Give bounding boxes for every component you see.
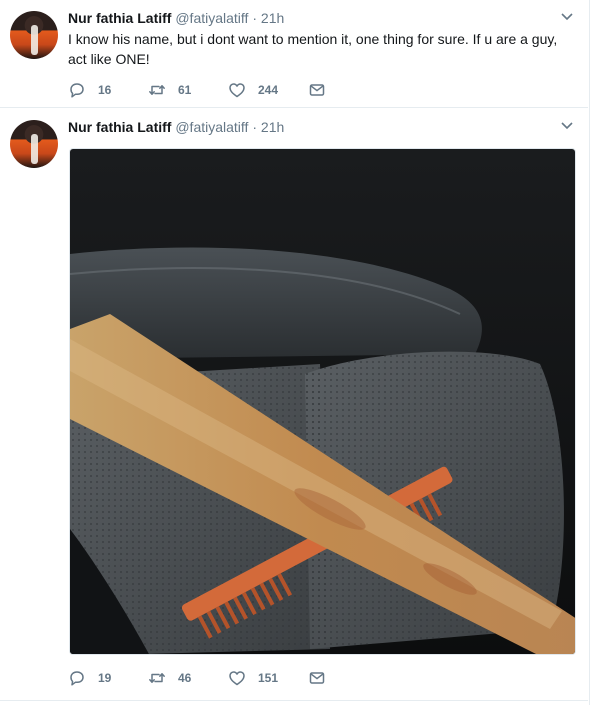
- timestamp[interactable]: 21h: [261, 119, 284, 135]
- retweet-icon: [149, 85, 165, 95]
- chevron-down-icon[interactable]: [560, 12, 574, 22]
- reply-button[interactable]: 19: [68, 668, 148, 688]
- tweet-header: Nur fathia Latiff @fatiyalatiff · 21h: [68, 8, 548, 28]
- timeline: Nur fathia Latiff @fatiyalatiff · 21h I …: [0, 0, 590, 705]
- reply-icon: [70, 671, 84, 686]
- photo-car-seat-stick-comb: [70, 149, 575, 654]
- tweet-actions: 16 61 244: [68, 80, 388, 100]
- timestamp[interactable]: 21h: [261, 10, 284, 26]
- heart-icon: [229, 83, 245, 98]
- tweet[interactable]: Nur fathia Latiff @fatiyalatiff · 21h I …: [0, 0, 588, 108]
- envelope-icon: [309, 84, 325, 96]
- reply-icon: [70, 83, 84, 98]
- separator-dot: ·: [252, 10, 258, 26]
- reply-button[interactable]: 16: [68, 80, 148, 100]
- reply-count: 16: [98, 83, 112, 97]
- retweet-button[interactable]: 61: [148, 80, 228, 100]
- tweet-header: Nur fathia Latiff @fatiyalatiff · 21h: [68, 117, 548, 137]
- author-handle[interactable]: @fatiyalatiff: [175, 10, 248, 26]
- avatar[interactable]: [10, 11, 58, 59]
- author-name[interactable]: Nur fathia Latiff: [68, 10, 171, 26]
- like-button[interactable]: 244: [228, 80, 308, 100]
- author-handle[interactable]: @fatiyalatiff: [175, 119, 248, 135]
- tweet-photo[interactable]: [69, 148, 576, 655]
- retweet-button[interactable]: 46: [148, 668, 228, 688]
- envelope-icon: [309, 672, 325, 684]
- retweet-count: 46: [178, 671, 192, 685]
- like-button[interactable]: 151: [228, 668, 308, 688]
- reply-count: 19: [98, 671, 112, 685]
- tweet-text: I know his name, but i dont want to ment…: [68, 31, 558, 67]
- heart-icon: [229, 671, 245, 686]
- separator-dot: ·: [252, 119, 258, 135]
- tweet[interactable]: Nur fathia Latiff @fatiyalatiff · 21h 19…: [0, 109, 588, 701]
- direct-message-button[interactable]: [308, 668, 388, 688]
- author-name[interactable]: Nur fathia Latiff: [68, 119, 171, 135]
- like-count: 244: [258, 83, 279, 97]
- tweet-actions: 19 46 151: [68, 668, 388, 688]
- like-count: 151: [258, 671, 279, 685]
- direct-message-button[interactable]: [308, 80, 388, 100]
- retweet-count: 61: [178, 83, 192, 97]
- retweet-icon: [149, 673, 165, 683]
- avatar[interactable]: [10, 120, 58, 168]
- chevron-down-icon[interactable]: [560, 121, 574, 131]
